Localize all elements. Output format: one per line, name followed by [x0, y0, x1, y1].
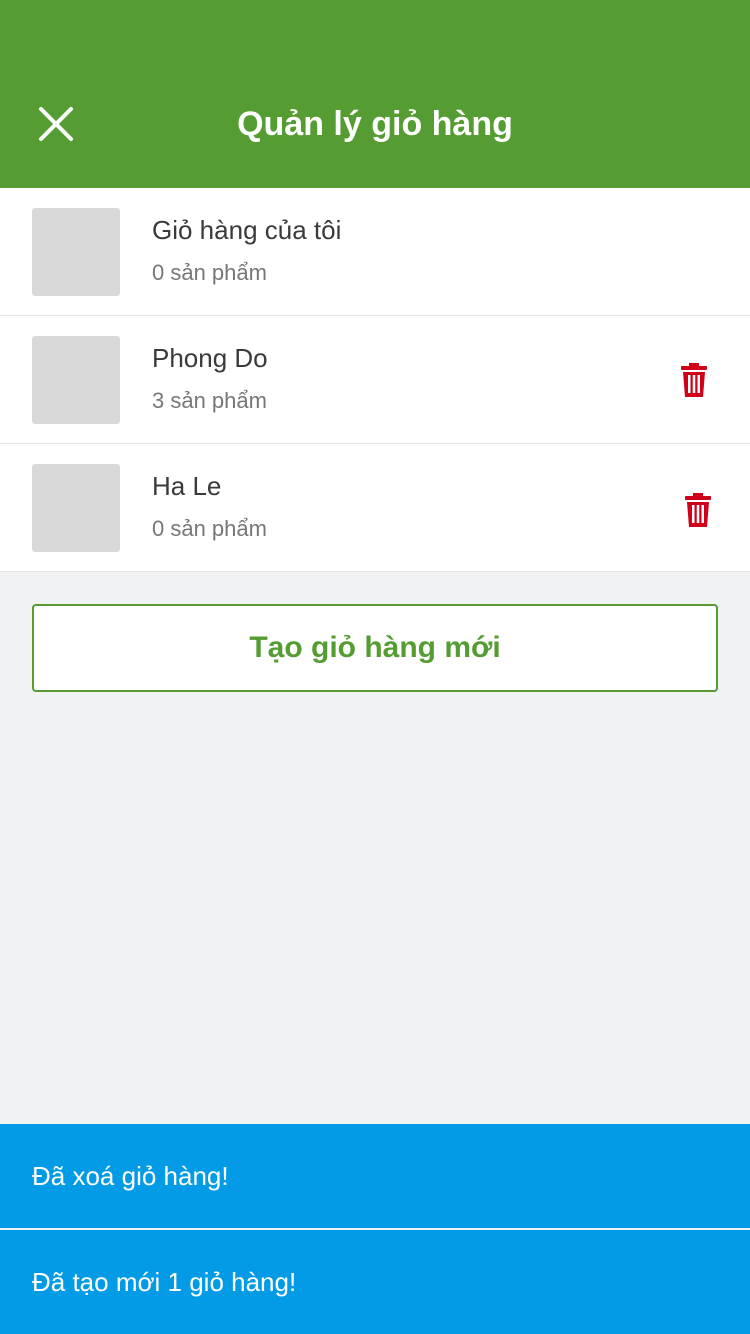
- cart-row-ha-le[interactable]: Ha Le 0 sản phẩm: [0, 444, 750, 572]
- cart-name: Giỏ hàng của tôi: [152, 215, 342, 245]
- cart-item-count: 0 sản phẩm: [152, 516, 267, 541]
- cart-thumbnail: [32, 208, 120, 296]
- delete-cart-button[interactable]: [674, 360, 714, 400]
- page-title: Quản lý giỏ hàng: [237, 105, 513, 143]
- cart-list: Giỏ hàng của tôi 0 sản phẩm Phong Do 3 s…: [0, 188, 750, 572]
- cart-item-count: 0 sản phẩm: [152, 260, 267, 285]
- app-header: Quản lý giỏ hàng: [0, 0, 750, 188]
- delete-cart-button[interactable]: [678, 490, 718, 530]
- create-cart-button[interactable]: Tạo giỏ hàng mới: [32, 604, 718, 692]
- toast-cart-created: Đã tạo mới 1 giỏ hàng!: [0, 1230, 750, 1334]
- cart-thumbnail: [32, 464, 120, 552]
- cart-name: Ha Le: [152, 471, 222, 501]
- toast-cart-deleted: Đã xoá giỏ hàng!: [0, 1124, 750, 1228]
- toast-message: Đã tạo mới 1 giỏ hàng!: [32, 1266, 297, 1297]
- trash-icon: [685, 493, 711, 527]
- cart-item-count: 3 sản phẩm: [152, 388, 267, 413]
- cart-row-phong-do[interactable]: Phong Do 3 sản phẩm: [0, 316, 750, 444]
- cart-name: Phong Do: [152, 343, 268, 373]
- cart-thumbnail: [32, 336, 120, 424]
- cart-row-my-cart[interactable]: Giỏ hàng của tôi 0 sản phẩm: [0, 188, 750, 316]
- toast-message: Đã xoá giỏ hàng!: [32, 1160, 229, 1191]
- trash-icon: [681, 363, 707, 397]
